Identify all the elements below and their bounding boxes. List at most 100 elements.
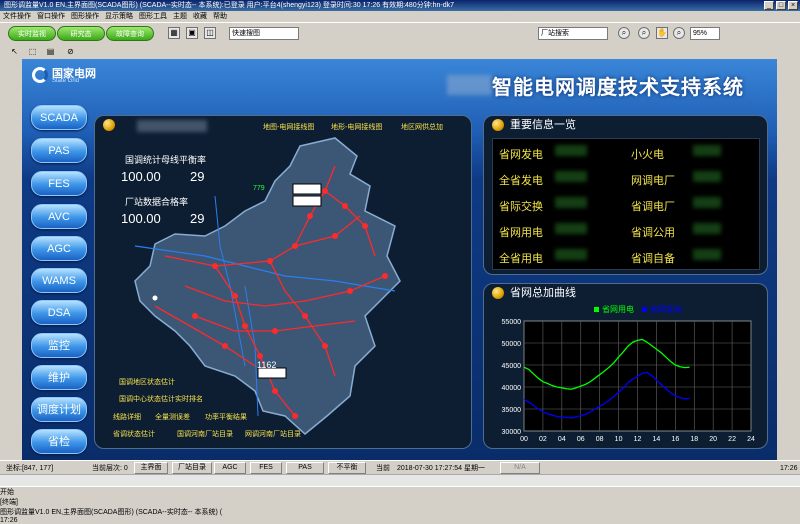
- status-fes-button[interactable]: FES: [250, 462, 282, 474]
- redacted-value: [555, 197, 587, 208]
- research-mode-button[interactable]: 研究态: [57, 26, 105, 41]
- status-orb-icon: [103, 119, 115, 132]
- horizontal-scrollbar[interactable]: [0, 474, 800, 486]
- graph-search-input[interactable]: 快速搜图: [229, 27, 299, 40]
- status-orb-icon: [492, 119, 504, 132]
- info-item[interactable]: 省网发电: [499, 146, 543, 162]
- menu-theme[interactable]: 主题: [170, 11, 190, 22]
- info-item[interactable]: 全省发电: [499, 172, 543, 188]
- frame-icon[interactable]: ◫: [204, 27, 216, 39]
- image-icon[interactable]: ▦: [168, 27, 180, 39]
- link-regional-state-estimation[interactable]: 国调地区状态估计: [119, 377, 175, 387]
- status-unbalance-button[interactable]: 不平衡: [328, 462, 366, 474]
- menu-display-policy[interactable]: 显示策略: [102, 11, 136, 22]
- taskbar-terminal-button[interactable]: [终端]: [0, 497, 40, 507]
- menu-help[interactable]: 帮助: [210, 11, 230, 22]
- nav-pas-button[interactable]: PAS: [31, 138, 87, 163]
- pan-hand-icon[interactable]: ✋: [656, 27, 668, 39]
- menu-graphics-tools[interactable]: 图形工具: [136, 11, 170, 22]
- close-icon[interactable]: ×: [788, 1, 798, 10]
- start-button[interactable]: 开始: [0, 487, 32, 497]
- info-item[interactable]: 省调公用: [631, 224, 675, 240]
- current-label: 当前: [376, 465, 390, 472]
- link-regional-station-catalog[interactable]: 网调河南厂站目录: [245, 429, 301, 439]
- link-power-balance[interactable]: 功率平衡结果: [205, 412, 247, 422]
- window-titlebar: 图形调监量V1.0 EN,主界面图(SCADA图形) (SCADA--实时态--…: [0, 0, 800, 11]
- info-item[interactable]: 省际交换: [499, 198, 543, 214]
- zoom-out-icon[interactable]: ⌕: [638, 27, 650, 39]
- status-station-catalog-button[interactable]: 厂站目录: [172, 462, 212, 474]
- system-title: 智能电网调度技术支持系统: [492, 77, 744, 99]
- x-tick-label: 06: [577, 436, 585, 443]
- rect-select-icon[interactable]: ▤: [44, 46, 57, 57]
- state-grid-logo: 国家电网 State Grid: [32, 65, 102, 89]
- menu-file[interactable]: 文件操作: [0, 11, 34, 22]
- info-panel: 重要信息一览 省网发电 小火电 全省发电 网调电厂 省际交换 省调电厂 省网用电…: [483, 115, 768, 275]
- map-link-regional-supply[interactable]: 地区网供总加: [401, 122, 443, 132]
- realtime-monitor-button[interactable]: 实时监视: [8, 26, 56, 41]
- nav-maintenance-button[interactable]: 维护: [31, 365, 87, 390]
- info-item[interactable]: 全省用电: [499, 250, 543, 266]
- left-gutter: [0, 59, 22, 460]
- x-tick-label: 00: [520, 436, 528, 443]
- menu-graphics[interactable]: 图形操作: [68, 11, 102, 22]
- chart-panel-header: 省网总加曲线: [484, 284, 576, 302]
- taskbar-window-button[interactable]: 图形调监量V1.0 EN,主界面图(SCADA图形) (SCADA--实时态--…: [0, 507, 230, 517]
- nav-monitor-button[interactable]: 监控: [31, 333, 87, 358]
- zoom-level-input[interactable]: 95%: [690, 27, 720, 40]
- link-measurement-error[interactable]: 全量测误差: [155, 412, 190, 422]
- info-item[interactable]: 省调电厂: [631, 198, 675, 214]
- link-national-station-catalog[interactable]: 国调河南厂站目录: [177, 429, 233, 439]
- info-item[interactable]: 小火电: [631, 146, 664, 162]
- menu-favorites[interactable]: 收藏: [190, 11, 210, 22]
- cursor-icon[interactable]: ↖: [8, 46, 21, 57]
- redacted-value: [693, 249, 721, 260]
- nav-avc-button[interactable]: AVC: [31, 204, 87, 229]
- link-state-estimation-ranking[interactable]: 国调中心状态估计实时排名: [119, 394, 203, 404]
- status-agc-button[interactable]: AGC: [214, 462, 246, 474]
- region-select-icon[interactable]: ⬚: [26, 46, 39, 57]
- cancel-icon[interactable]: ⊘: [64, 46, 77, 57]
- zoom-in-icon[interactable]: ⌕: [618, 27, 630, 39]
- vertical-scrollbar[interactable]: [777, 59, 800, 460]
- info-item[interactable]: 省调自备: [631, 250, 675, 266]
- redacted-value: [555, 145, 587, 156]
- nav-provincial-check-button[interactable]: 省检: [31, 429, 87, 454]
- redacted-region: [137, 120, 207, 132]
- info-item[interactable]: 省网用电: [499, 224, 543, 240]
- map-link-terrain[interactable]: 地形-电网接线图: [331, 122, 382, 132]
- menu-bar: 文件操作 窗口操作 图形操作 显示策略 图形工具 主题 收藏 帮助: [0, 11, 800, 22]
- map-panel: 地图-电网接线图 地形-电网接线图 地区网供总加 国调统计母线平衡率 100.0…: [94, 115, 472, 449]
- minimize-icon[interactable]: _: [764, 1, 774, 10]
- x-tick-label: 08: [596, 436, 604, 443]
- x-tick-label: 14: [653, 436, 661, 443]
- nav-agc-button[interactable]: AGC: [31, 236, 87, 261]
- link-provincial-state-estimation[interactable]: 省调状态估计: [113, 429, 155, 439]
- nav-dispatch-plan-button[interactable]: 调度计划: [31, 397, 87, 422]
- station-search-input[interactable]: 厂站搜索: [538, 27, 608, 40]
- nav-dsa-button[interactable]: DSA: [31, 300, 87, 325]
- nav-wams-button[interactable]: WAMS: [31, 268, 87, 293]
- nav-fes-button[interactable]: FES: [31, 171, 87, 196]
- magnifier-icon[interactable]: ⌕: [673, 27, 685, 39]
- redacted-value: [555, 171, 587, 182]
- load-curve-chart[interactable]: 30000 35000 40000 45000 50000 55000 00 02 04 06 08…: [484, 301, 767, 449]
- taskbar: 开始 [终端] 图形调监量V1.0 EN,主界面图(SCADA图形) (SCAD…: [0, 486, 800, 524]
- status-na-button[interactable]: N/A: [500, 462, 540, 474]
- info-item[interactable]: 网调电厂: [631, 172, 675, 188]
- info-panel-title: 重要信息一览: [510, 119, 576, 131]
- x-tick-label: 18: [690, 436, 698, 443]
- bus-balance-value: 100.00: [121, 169, 161, 184]
- redacted-value: [693, 197, 721, 208]
- maximize-icon[interactable]: □: [776, 1, 786, 10]
- nav-scada-button[interactable]: SCADA: [31, 105, 87, 130]
- y-tick-label: 35000: [502, 407, 522, 414]
- status-main-button[interactable]: 主界面: [134, 462, 168, 474]
- map-link-grid[interactable]: 地图-电网接线图: [263, 122, 314, 132]
- map-number-1162: 1162: [257, 360, 277, 370]
- link-line-details[interactable]: 线路详细: [113, 412, 141, 422]
- picture-icon[interactable]: ▣: [186, 27, 198, 39]
- fault-query-button[interactable]: 故障查询: [106, 26, 154, 41]
- menu-window[interactable]: 窗口操作: [34, 11, 68, 22]
- status-pas-button[interactable]: PAS: [286, 462, 324, 474]
